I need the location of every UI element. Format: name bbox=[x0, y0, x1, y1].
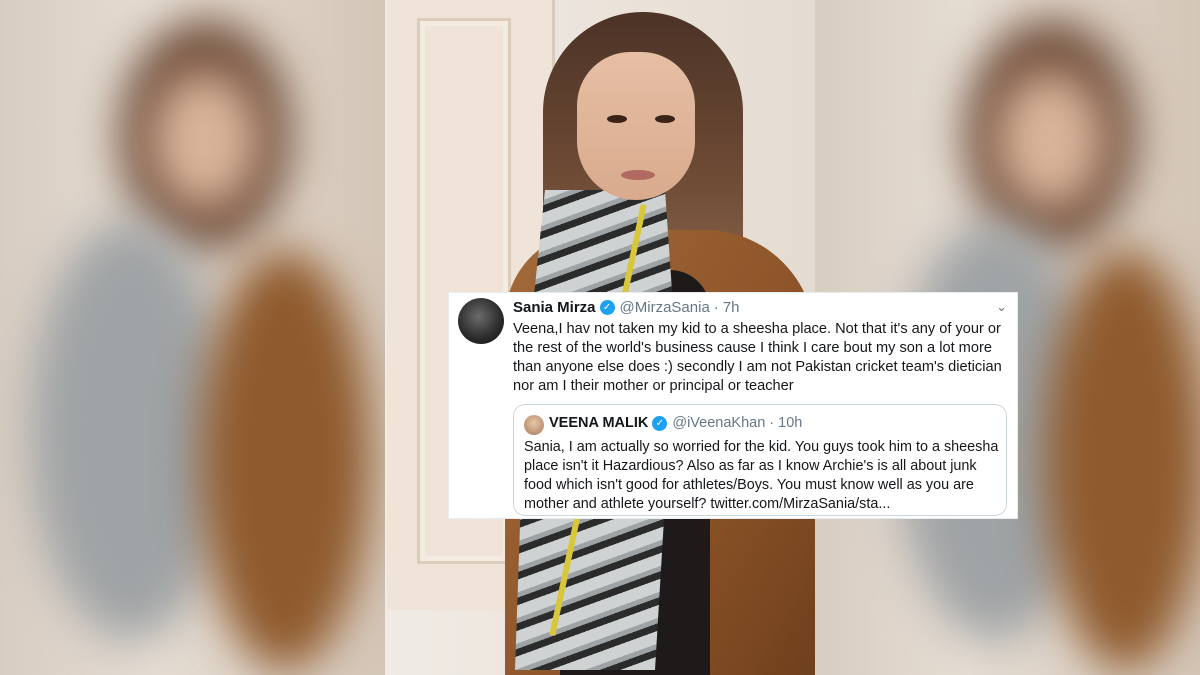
quoted-tweet-text: Sania, I am actually so worried for the … bbox=[524, 439, 999, 512]
quoted-tweet[interactable]: VEENA MALIK ✓ @iVeenaKhan · 10h Sania, I… bbox=[513, 404, 1007, 516]
quoted-tweet-header: VEENA MALIK ✓ @iVeenaKhan · 10h bbox=[549, 415, 802, 431]
avatar[interactable] bbox=[458, 298, 504, 344]
timestamp[interactable]: 7h bbox=[723, 299, 740, 316]
separator: · bbox=[769, 415, 775, 431]
tweet-text: Veena,I hav not taken my kid to a sheesh… bbox=[513, 321, 1002, 394]
separator: · bbox=[713, 298, 719, 316]
tweet-header: Sania Mirza ✓ @MirzaSania · 7h bbox=[513, 297, 739, 317]
tweet-card: Sania Mirza ✓ @MirzaSania · 7h ⌄ Veena,I… bbox=[448, 292, 1018, 519]
avatar bbox=[524, 415, 544, 435]
quoted-author-handle: @iVeenaKhan bbox=[672, 415, 766, 431]
author-handle[interactable]: @MirzaSania bbox=[620, 299, 710, 316]
chevron-down-icon[interactable]: ⌄ bbox=[996, 299, 1007, 315]
verified-badge-icon: ✓ bbox=[599, 299, 615, 315]
author-name[interactable]: Sania Mirza bbox=[513, 299, 596, 316]
quoted-author-name: VEENA MALIK bbox=[549, 415, 649, 431]
verified-badge-icon: ✓ bbox=[652, 415, 668, 431]
blurred-photo-left bbox=[0, 0, 385, 675]
quoted-timestamp: 10h bbox=[778, 415, 803, 431]
